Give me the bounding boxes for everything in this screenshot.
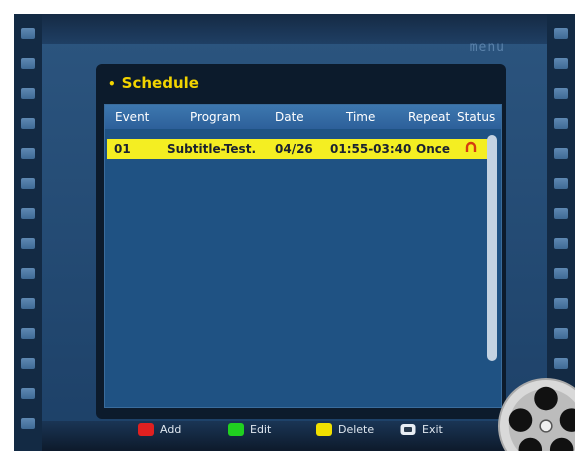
table-header: Event Program Date Time Repeat Status	[105, 105, 501, 129]
legend-add-label: Add	[160, 423, 182, 436]
green-key-icon	[228, 423, 244, 436]
sprocket-hole	[554, 178, 568, 189]
sprocket-hole	[554, 298, 568, 309]
key-legend: Add Edit Delete Exit	[14, 411, 575, 451]
table-row[interactable]: 01 Subtitle-Test. 04/26 01:55-03:40 Once	[107, 139, 492, 159]
sprocket-hole	[554, 58, 568, 69]
cell-date: 04/26	[275, 142, 313, 156]
title-bullet-icon: •	[108, 77, 116, 91]
sprocket-hole	[21, 268, 35, 279]
tv-screen: menu • Schedule Event Program Date Time R…	[14, 14, 575, 451]
sprocket-hole	[21, 358, 35, 369]
sprocket-hole	[554, 28, 568, 39]
cell-program: Subtitle-Test.	[167, 142, 256, 156]
sprocket-hole	[554, 238, 568, 249]
sprocket-hole	[21, 118, 35, 129]
sprocket-hole	[21, 58, 35, 69]
brand-logo: menu	[469, 40, 505, 55]
sprocket-hole	[21, 28, 35, 39]
sprocket-hole	[21, 88, 35, 99]
scrollbar[interactable]	[487, 135, 497, 361]
sprocket-hole	[554, 268, 568, 279]
schedule-list[interactable]: Event Program Date Time Repeat Status 01…	[104, 104, 502, 408]
legend-exit-label: Exit	[422, 423, 443, 436]
cell-repeat: Once	[416, 142, 450, 156]
sprocket-hole	[554, 208, 568, 219]
legend-edit-label: Edit	[250, 423, 272, 436]
header-program: Program	[190, 110, 241, 124]
sprocket-hole	[21, 208, 35, 219]
sprocket-hole	[21, 238, 35, 249]
sprocket-hole	[554, 328, 568, 339]
sprocket-hole	[21, 178, 35, 189]
sprocket-hole	[554, 118, 568, 129]
alarm-icon	[465, 141, 477, 152]
cell-time: 01:55-03:40	[330, 142, 412, 156]
header-repeat: Repeat	[408, 110, 451, 124]
yellow-key-icon	[316, 423, 332, 436]
sprocket-hole	[21, 388, 35, 399]
legend-delete-label: Delete	[338, 423, 375, 436]
header-date: Date	[275, 110, 304, 124]
panel-title-text: Schedule	[121, 74, 199, 92]
panel-title: • Schedule	[108, 74, 199, 92]
cell-event: 01	[114, 142, 131, 156]
red-key-icon	[138, 423, 154, 436]
sprocket-strip-left	[14, 14, 42, 451]
sprocket-hole	[21, 298, 35, 309]
sprocket-hole	[21, 148, 35, 159]
sprocket-hole	[554, 148, 568, 159]
film-reel-icon	[497, 377, 575, 451]
schedule-panel: • Schedule Event Program Date Time Repeat…	[96, 64, 506, 419]
sprocket-hole	[554, 358, 568, 369]
header-status: Status	[457, 110, 496, 124]
header-time: Time	[346, 110, 376, 124]
header-event: Event	[115, 110, 150, 124]
sprocket-hole	[21, 328, 35, 339]
exit-key-icon	[400, 424, 416, 435]
sprocket-hole	[554, 88, 568, 99]
